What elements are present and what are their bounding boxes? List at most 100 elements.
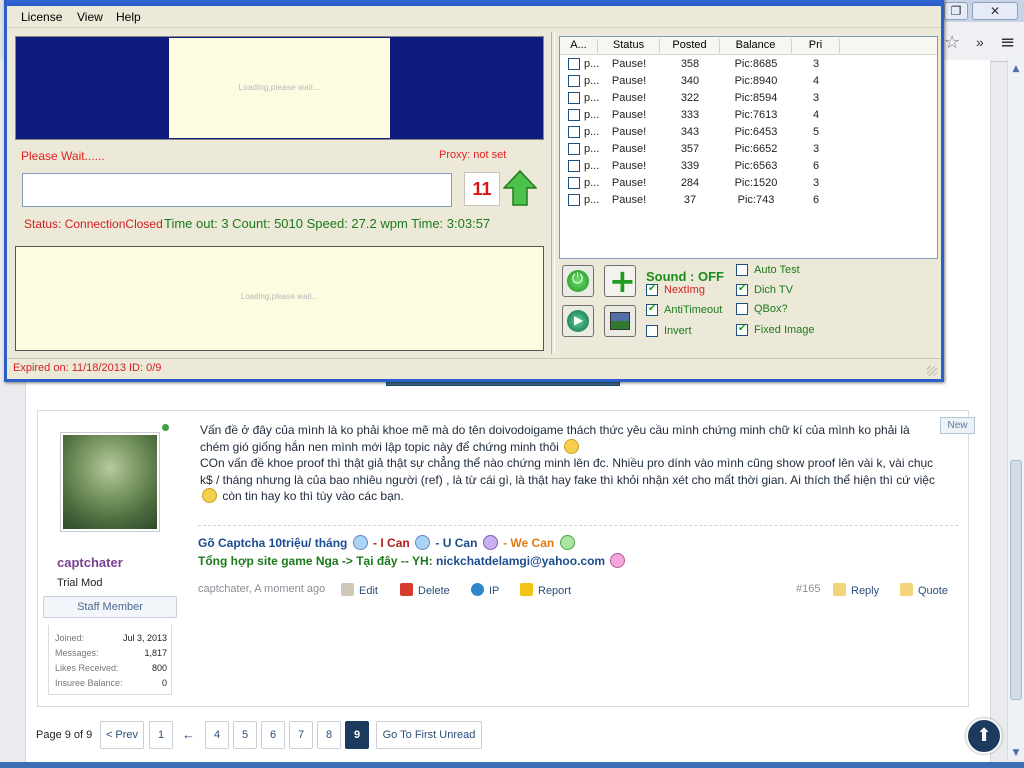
user-extra-info: Joined: Jul 3, 2013 Messages: 1,817 Likes … — [48, 625, 172, 695]
ip-button[interactable]: IP — [471, 583, 499, 597]
row-priority: 6 — [812, 160, 820, 172]
grid-row[interactable]: p... Pause! 322 Pic:8594 3 — [560, 90, 937, 107]
page-1-button[interactable]: 1 — [149, 721, 173, 749]
row-checkbox[interactable] — [568, 160, 580, 172]
row-posted: 37 — [683, 194, 697, 206]
row-status: Pause! — [611, 109, 647, 121]
row-posted: 343 — [680, 126, 700, 138]
overflow-chevron-icon[interactable]: » — [976, 34, 984, 50]
post-message: Vấn đề ở đây của mình là ko phải khoe mẽ… — [200, 423, 935, 503]
grid-row[interactable]: p... Pause! 284 Pic:1520 3 — [560, 175, 937, 192]
grid-row[interactable]: p... Pause! 339 Pic:6563 6 — [560, 158, 937, 175]
row-priority: 4 — [812, 75, 820, 87]
edit-button[interactable]: Edit — [341, 583, 378, 597]
page-jump-arrow[interactable]: ← — [182, 727, 195, 742]
page-6-button[interactable]: 6 — [261, 721, 285, 749]
connection-status-line: Status: ConnectionClosed Time out: 3 Cou… — [24, 216, 491, 231]
row-checkbox[interactable] — [568, 177, 580, 189]
app-statusbar: Expired on: 11/18/2013 ID: 0/9 — [7, 358, 941, 378]
new-post-tag: New — [940, 417, 975, 434]
avatar[interactable] — [60, 432, 160, 532]
reply-bubble-icon — [833, 583, 846, 596]
shocked-smiley-icon — [352, 535, 368, 550]
menu-license[interactable]: License — [21, 10, 62, 24]
reply-button[interactable]: Reply — [833, 583, 879, 597]
email-link[interactable]: nickchatdelamgi@yahoo.com — [436, 554, 605, 568]
grid-row[interactable]: p... Pause! 357 Pic:6652 3 — [560, 141, 937, 158]
page-5-button[interactable]: 5 — [233, 721, 257, 749]
col-posted[interactable]: Posted — [660, 39, 720, 53]
row-balance: Pic:743 — [737, 194, 775, 206]
row-checkbox[interactable] — [568, 92, 580, 104]
captcha-loading-box: Loading,please wait... — [169, 38, 390, 138]
power-button[interactable]: ⏻ — [562, 265, 594, 297]
row-checkbox[interactable] — [568, 126, 580, 138]
row-status: Pause! — [611, 160, 647, 172]
row-priority: 3 — [812, 58, 820, 70]
browser-menu-icon[interactable]: ≡ — [1000, 32, 1015, 53]
prev-page-button[interactable]: < Prev — [100, 721, 144, 749]
row-balance: Pic:1520 — [734, 177, 778, 189]
report-button[interactable]: Report — [520, 583, 571, 597]
please-wait-label: Please Wait...... — [21, 149, 105, 163]
countdown-counter: 11 — [464, 172, 500, 206]
quote-button[interactable]: Quote — [900, 583, 948, 597]
row-checkbox[interactable] — [568, 75, 580, 87]
browser-close-button[interactable]: ✕ — [972, 2, 1018, 20]
play-button[interactable]: ▶ — [562, 305, 594, 337]
row-checkbox[interactable] — [568, 109, 580, 121]
row-balance: Pic:6652 — [734, 143, 778, 155]
grid-row[interactable]: p... Pause! 37 Pic:743 6 — [560, 192, 937, 209]
post-meta-row: captchater, A moment ago Edit Delete IP … — [198, 583, 958, 599]
delete-button[interactable]: Delete — [400, 583, 450, 597]
go-first-unread-button[interactable]: Go To First Unread — [376, 721, 482, 749]
sound-toggle[interactable]: Sound : OFF — [646, 269, 724, 284]
post-number-link[interactable]: #165 — [796, 583, 820, 595]
scroll-up-icon[interactable]: ▲ — [1009, 62, 1023, 77]
expiry-label: Expired on: 11/18/2013 ID: 0/9 — [13, 362, 162, 374]
bookmark-star-icon[interactable]: ☆ — [944, 32, 960, 53]
page-8-button[interactable]: 8 — [317, 721, 341, 749]
page-7-button[interactable]: 7 — [289, 721, 313, 749]
pencil-icon — [341, 583, 354, 596]
panel-splitter[interactable] — [551, 32, 555, 354]
row-account: p... — [584, 143, 600, 155]
page-4-button[interactable]: 4 — [205, 721, 229, 749]
captcha-answer-input[interactable] — [22, 173, 452, 207]
browser-titlebar: ❐ ✕ — [940, 0, 1024, 22]
grid-row[interactable]: p... Pause! 358 Pic:8685 3 — [560, 56, 937, 73]
username-link[interactable]: captchater — [57, 555, 123, 570]
menu-view[interactable]: View — [77, 10, 103, 24]
row-balance: Pic:8940 — [734, 75, 778, 87]
col-balance[interactable]: Balance — [720, 39, 792, 53]
grid-row[interactable]: p... Pause! 340 Pic:8940 4 — [560, 73, 937, 90]
row-balance: Pic:6563 — [734, 160, 778, 172]
image-button[interactable] — [604, 305, 636, 337]
row-checkbox[interactable] — [568, 194, 580, 206]
browser-restore-button[interactable]: ❐ — [944, 2, 968, 20]
taskbar-edge — [0, 762, 1024, 768]
row-posted: 284 — [680, 177, 700, 189]
up-arrow-icon[interactable] — [503, 170, 537, 206]
row-checkbox[interactable] — [568, 143, 580, 155]
scroll-down-icon[interactable]: ▼ — [1009, 746, 1023, 761]
post-author-time[interactable]: captchater, A moment ago — [198, 583, 325, 595]
scroll-to-top-button[interactable]: ⬆ — [966, 718, 1002, 754]
add-button[interactable]: + — [604, 262, 636, 300]
row-checkbox[interactable] — [568, 58, 580, 70]
grid-row[interactable]: p... Pause! 343 Pic:6453 5 — [560, 124, 937, 141]
scroll-thumb[interactable] — [1010, 460, 1022, 700]
captcha-app-window: License View Help Loading,please wait...… — [4, 0, 944, 382]
row-posted: 339 — [680, 160, 700, 172]
col-priority[interactable]: Pri — [792, 39, 840, 53]
grid-row[interactable]: p... Pause! 333 Pic:7613 4 — [560, 107, 937, 124]
col-account[interactable]: A... — [560, 39, 598, 53]
page-scrollbar[interactable]: ▲ ▼ — [1007, 60, 1024, 760]
menu-help[interactable]: Help — [116, 10, 141, 24]
row-posted: 333 — [680, 109, 700, 121]
resize-grip[interactable] — [927, 366, 937, 376]
col-status[interactable]: Status — [598, 39, 660, 53]
signature-divider — [198, 525, 958, 526]
row-account: p... — [584, 109, 600, 121]
page-9-button[interactable]: 9 — [345, 721, 369, 749]
